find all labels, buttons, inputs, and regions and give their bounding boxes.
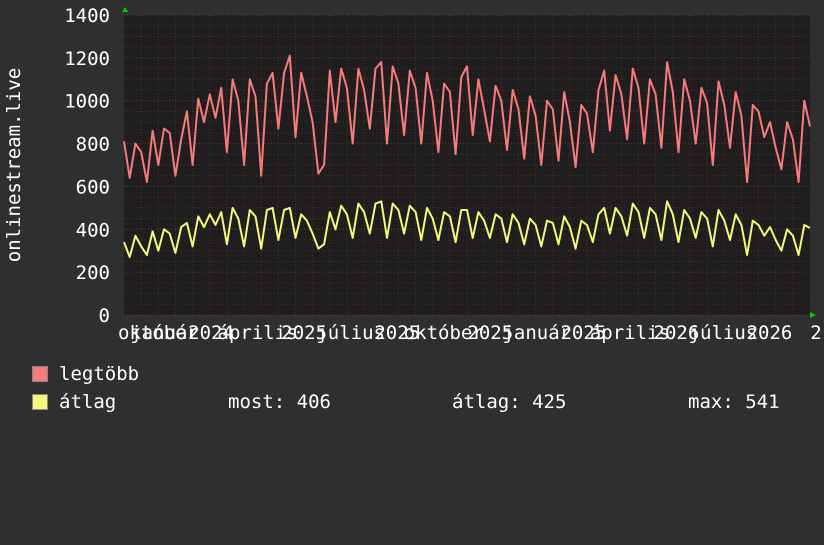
y-tick-label: 1000 — [64, 91, 110, 113]
y-tick-label: 400 — [76, 219, 110, 241]
chart-grid — [124, 14, 810, 316]
y-axis-label: onlinestream.live — [3, 68, 25, 262]
y-axis-arrow — [122, 7, 128, 12]
line-chart: 0 200 400 600 800 1000 1200 1400 októberjanuár2… — [3, 5, 822, 344]
y-tick-label: 0 — [99, 305, 110, 327]
y-tick-label: 1400 — [64, 5, 110, 27]
y-axis-ticks: 0 200 400 600 800 1000 1200 1400 — [64, 5, 110, 327]
y-tick-label: 200 — [76, 262, 110, 284]
y-tick-label: 600 — [76, 176, 110, 198]
y-tick-label: 800 — [76, 134, 110, 156]
x-tick-label: 2 — [810, 322, 821, 344]
y-tick-label: 1200 — [64, 48, 110, 70]
x-axis-ticks: októberjanuár2024április2025július2025ok… — [118, 322, 822, 344]
x-tick-label: 2026 — [747, 322, 793, 344]
x-axis-arrow — [810, 312, 816, 318]
